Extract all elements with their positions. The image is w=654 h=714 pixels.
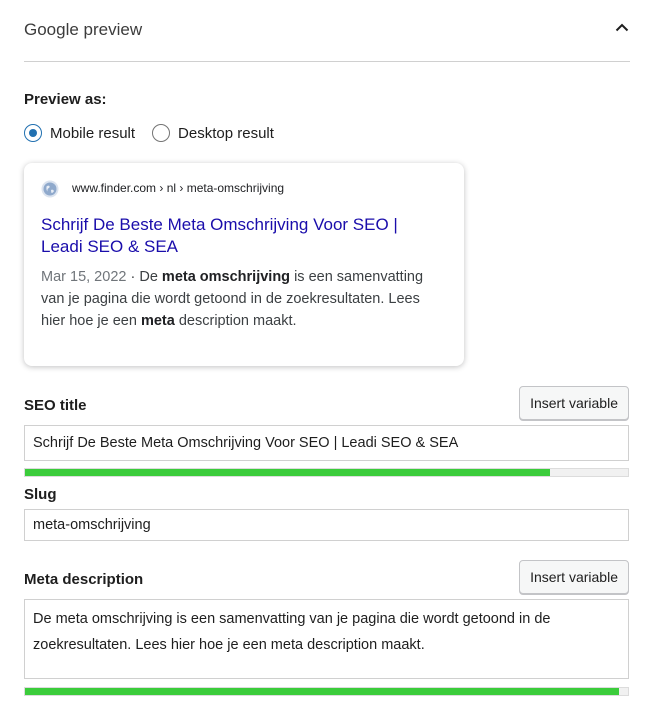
serp-date-separator: · bbox=[126, 269, 140, 285]
seo-title-insert-variable-button[interactable]: Insert variable bbox=[519, 386, 629, 420]
serp-url: www.finder.com › nl › meta-omschrijving bbox=[72, 181, 285, 195]
desktop-result-radio[interactable] bbox=[152, 124, 171, 142]
serp-date: Mar 15, 2022 bbox=[41, 269, 127, 285]
google-preview-header[interactable]: Google preview bbox=[24, 0, 630, 62]
slug-label: Slug bbox=[24, 486, 57, 503]
seo-title-input[interactable]: Schrijf De Beste Meta Omschrijving Voor … bbox=[24, 425, 629, 461]
meta-description-progress-bar bbox=[24, 687, 629, 696]
slug-input[interactable]: meta-omschrijving bbox=[24, 509, 629, 541]
panel-title: Google preview bbox=[24, 20, 143, 39]
globe-icon bbox=[41, 180, 59, 198]
mobile-result-radio[interactable] bbox=[24, 124, 42, 142]
serp-title-link[interactable]: Schrijf De Beste Meta Omschrijving Voor … bbox=[41, 214, 441, 258]
serp-desc-text: De bbox=[139, 269, 162, 285]
meta-description-insert-variable-button[interactable]: Insert variable bbox=[519, 560, 629, 594]
serp-desc-bold: meta bbox=[140, 313, 175, 329]
serp-preview-card: www.finder.com › nl › meta-omschrijving … bbox=[24, 163, 464, 366]
preview-mode-radio-group: Mobile result Desktop result bbox=[24, 122, 274, 144]
seo-title-progress-fill bbox=[25, 469, 550, 476]
serp-description: Mar 15, 2022 · De meta omschrijving is e… bbox=[41, 266, 441, 332]
seo-title-label: SEO title bbox=[24, 397, 87, 414]
meta-description-textarea[interactable]: De meta omschrijving is een samenvatting… bbox=[24, 599, 629, 679]
meta-description-label: Meta description bbox=[24, 571, 144, 588]
seo-title-progress-bar bbox=[24, 468, 629, 477]
meta-description-progress-fill bbox=[25, 688, 619, 695]
serp-desc-text: description maakt. bbox=[174, 313, 297, 329]
preview-as-label: Preview as: bbox=[24, 91, 107, 108]
desktop-result-label[interactable]: Desktop result bbox=[178, 125, 274, 142]
mobile-result-label[interactable]: Mobile result bbox=[50, 125, 135, 142]
serp-desc-bold: meta omschrijving bbox=[161, 269, 291, 285]
chevron-up-icon[interactable] bbox=[614, 20, 630, 36]
